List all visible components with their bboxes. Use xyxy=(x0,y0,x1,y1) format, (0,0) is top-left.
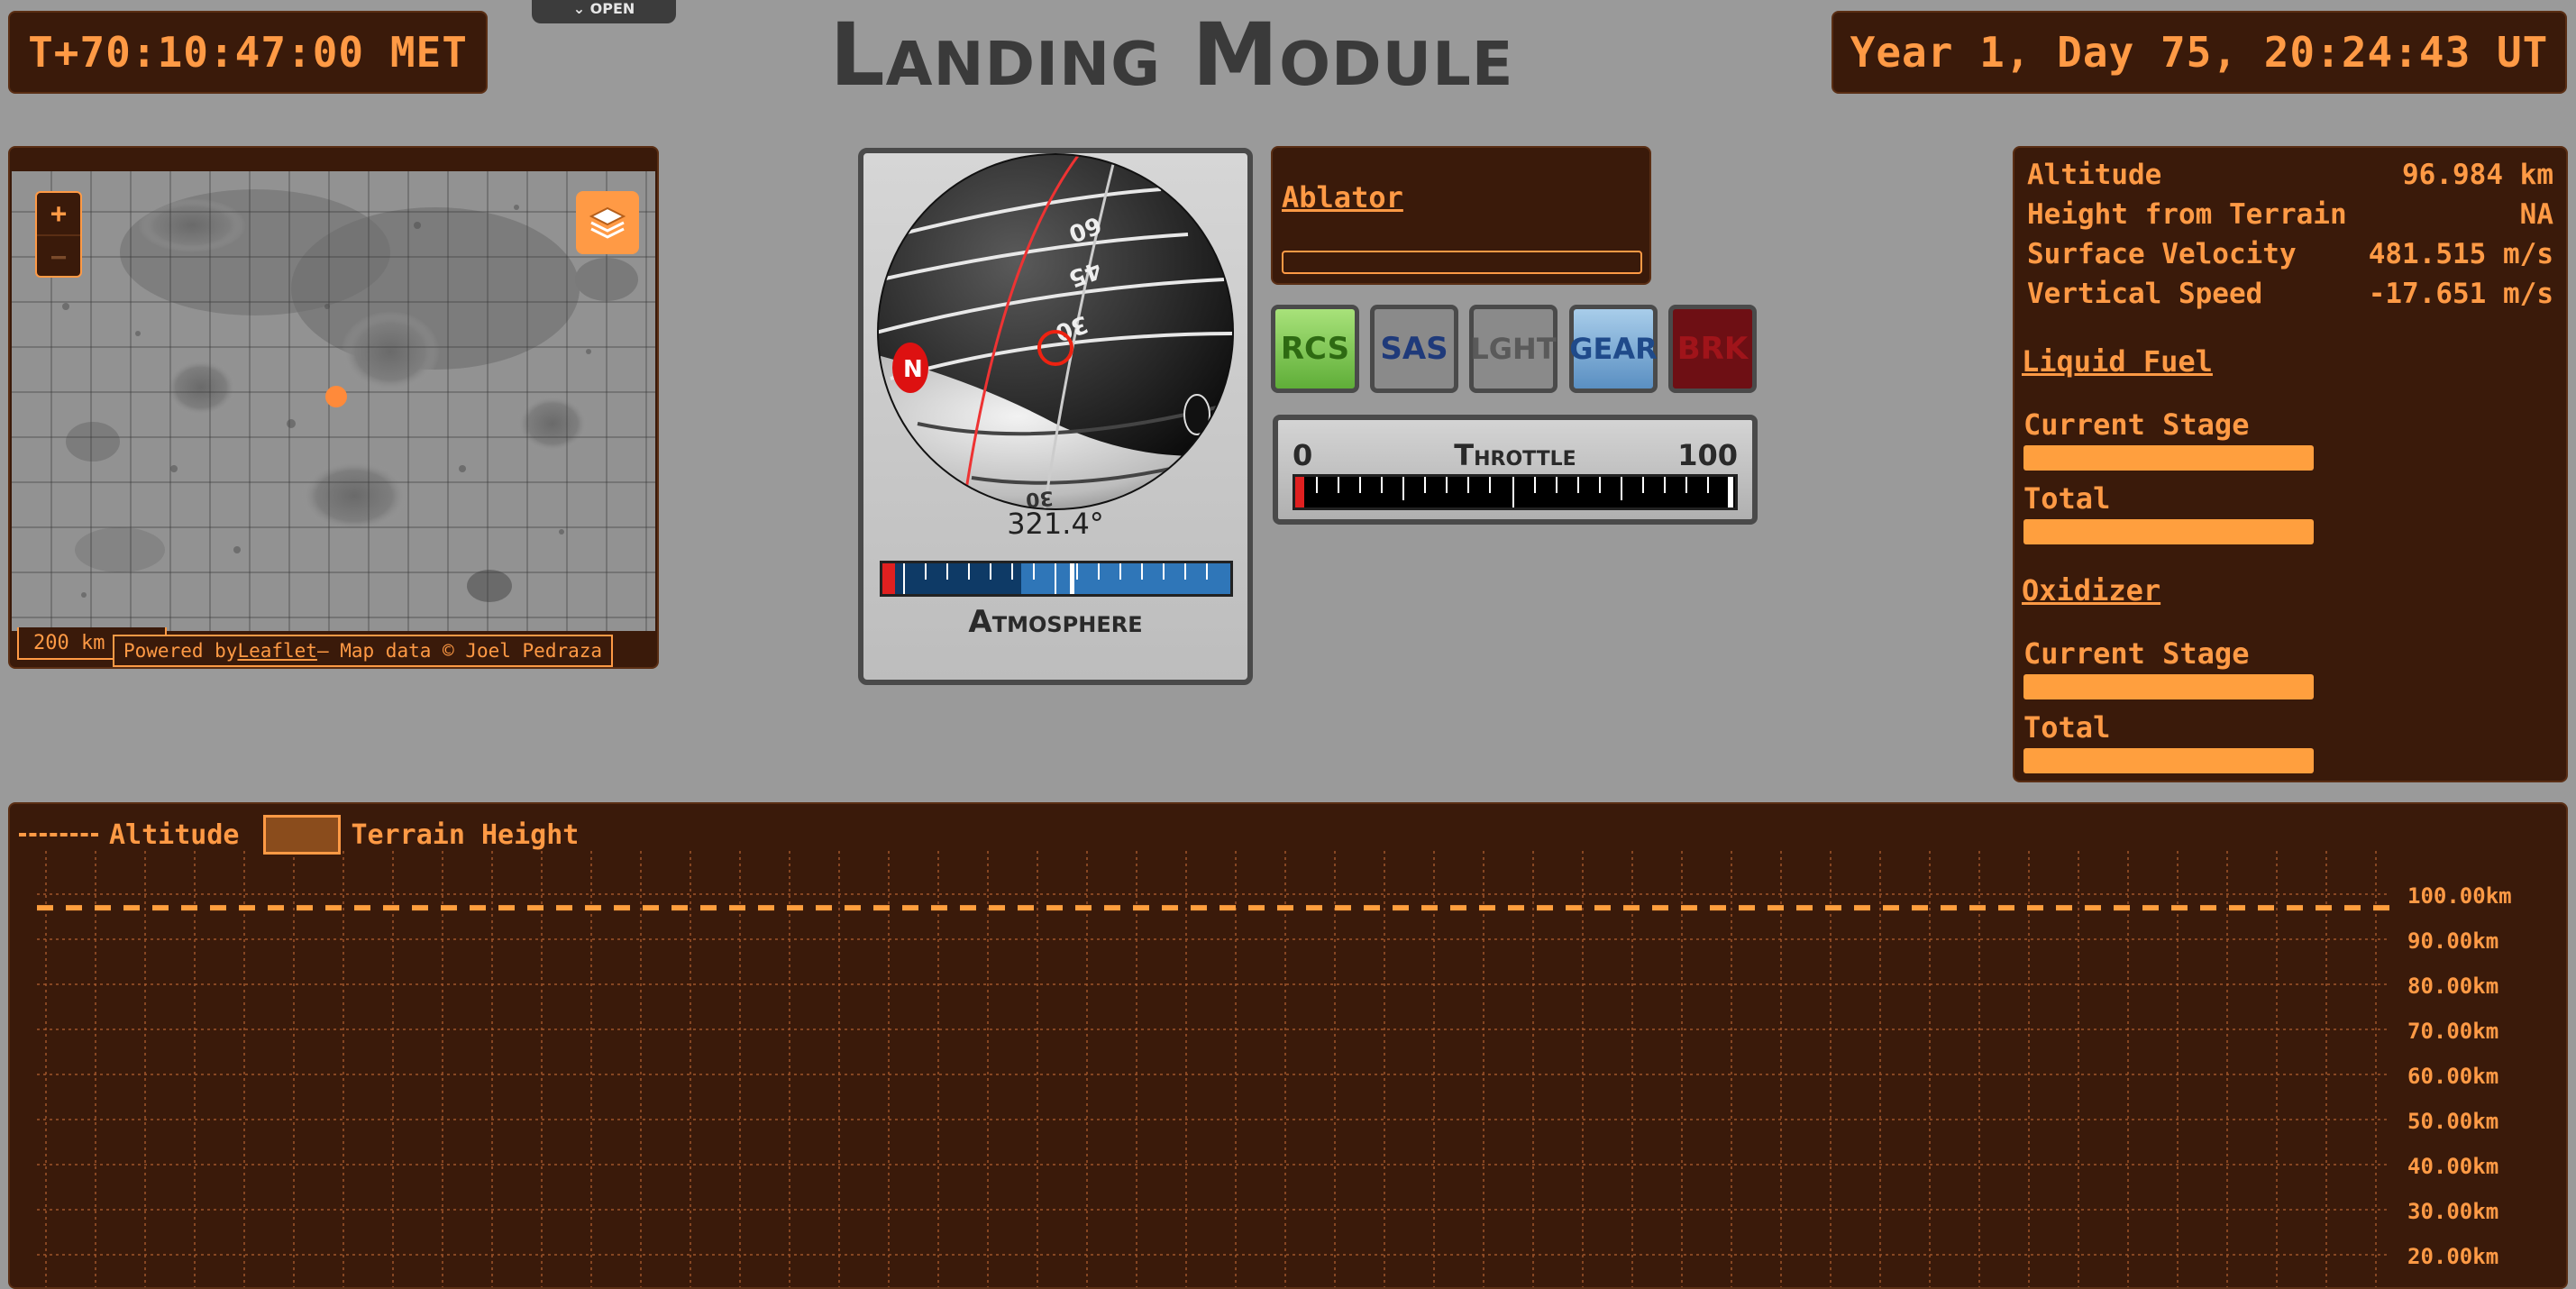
page-title: Landing Module xyxy=(829,5,1514,105)
rcs-toggle[interactable]: RCS xyxy=(1271,305,1359,393)
zoom-out-button[interactable]: − xyxy=(37,236,80,276)
navball-panel: 60 45 30 30 N 321.4° Atmosphere xyxy=(858,148,1253,685)
legend-altitude-label[interactable]: Altitude xyxy=(109,819,240,851)
height-from-terrain-value: NA xyxy=(2519,198,2553,231)
altitude-value: 96.984 km xyxy=(2402,159,2553,191)
navball[interactable]: 60 45 30 30 N xyxy=(863,153,1247,514)
telemetry-row: Altitude 96.984 km xyxy=(2027,159,2553,191)
chart-y-tick-label: 20.00km xyxy=(2407,1244,2498,1269)
attribution-prefix: Powered by xyxy=(123,640,238,662)
met-clock: T+70:10:47:00 MET xyxy=(8,11,488,94)
north-marker: N xyxy=(903,356,923,383)
oxidizer-title[interactable]: Oxidizer xyxy=(2022,573,2160,608)
map-terrain xyxy=(12,171,655,631)
telemetry-row: Height from Terrain NA xyxy=(2027,198,2553,231)
liquid-fuel-total-label: Total xyxy=(2023,481,2111,516)
map-attribution: Powered by Leaflet — Map data © Joel Ped… xyxy=(113,635,614,667)
throttle-gauge-ticks xyxy=(1295,477,1733,507)
layers-icon xyxy=(589,206,626,239)
legend-terrain-label[interactable]: Terrain Height xyxy=(352,819,580,851)
liquid-fuel-current-stage-label: Current Stage xyxy=(2023,407,2250,442)
brakes-toggle[interactable]: BRK xyxy=(1668,305,1757,393)
telemetry-row: Surface Velocity 481.515 m/s xyxy=(2027,238,2553,270)
liquid-fuel-title[interactable]: Liquid Fuel xyxy=(2022,344,2213,379)
chart-y-tick-label: 90.00km xyxy=(2407,928,2498,954)
chart-y-tick-label: 30.00km xyxy=(2407,1199,2498,1224)
zoom-in-button[interactable]: + xyxy=(37,193,80,236)
attribution-suffix: — Map data © Joel Pedraza xyxy=(316,640,603,662)
throttle-gauge[interactable] xyxy=(1293,474,1738,510)
legend-altitude-dash xyxy=(19,833,98,836)
open-drawer-tab[interactable]: ⌄ OPEN xyxy=(532,0,676,23)
liquid-fuel-current-stage-bar xyxy=(2023,445,2314,471)
chart-y-tick-label: 100.00km xyxy=(2407,883,2512,909)
altitude-chart-panel: 100.00km 90.00km 80.00km 70.00km 60.00km 50.0… xyxy=(8,802,2568,1289)
atmosphere-gauge xyxy=(880,561,1233,597)
altitude-chart: 100.00km 90.00km 80.00km 70.00km 60.00km 50.0… xyxy=(37,851,2512,1287)
chart-y-tick-label: 60.00km xyxy=(2407,1064,2498,1089)
layers-button[interactable] xyxy=(576,191,639,254)
heading-readout: 321.4° xyxy=(1007,507,1104,541)
telemetry-panel: Altitude 96.984 km Height from Terrain N… xyxy=(2013,146,2568,782)
ablator-bar xyxy=(1282,251,1642,274)
oxidizer-total-bar xyxy=(2023,748,2314,773)
zoom-control: + − xyxy=(35,191,82,278)
chart-y-tick-label: 80.00km xyxy=(2407,974,2498,999)
altitude-label: Altitude xyxy=(2027,159,2162,191)
chart-legend: Altitude Terrain Height xyxy=(19,815,579,855)
vertical-speed-label: Vertical Speed xyxy=(2027,278,2263,310)
surface-velocity-value: 481.515 m/s xyxy=(2368,238,2553,270)
surface-velocity-label: Surface Velocity xyxy=(2027,238,2297,270)
chart-y-tick-label: 40.00km xyxy=(2407,1154,2498,1179)
telemetry-row: Vertical Speed -17.651 m/s xyxy=(2027,278,2553,310)
ut-clock: Year 1, Day 75, 20:24:43 UT xyxy=(1832,11,2567,94)
throttle-panel: 0 Throttle 100 xyxy=(1273,415,1758,525)
atmosphere-label: Atmosphere xyxy=(968,604,1143,640)
oxidizer-current-stage-bar xyxy=(2023,674,2314,699)
leaflet-link[interactable]: Leaflet xyxy=(237,640,317,662)
liquid-fuel-total-bar xyxy=(2023,519,2314,544)
lights-toggle[interactable]: LGHT xyxy=(1469,305,1557,393)
surface-map[interactable]: + − xyxy=(12,171,655,631)
vessel-position-marker xyxy=(325,386,347,407)
map-panel: + − 200 km Powered by Leaflet — Map data… xyxy=(8,146,659,669)
oxidizer-total-label: Total xyxy=(2023,710,2111,745)
atmosphere-gauge-fill xyxy=(882,563,1230,594)
vertical-speed-value: -17.651 m/s xyxy=(2368,278,2553,310)
oxidizer-current-stage-label: Current Stage xyxy=(2023,636,2250,671)
gear-toggle[interactable]: GEAR xyxy=(1569,305,1658,393)
chart-y-tick-label: 70.00km xyxy=(2407,1019,2498,1044)
chart-y-tick-label: 50.00km xyxy=(2407,1109,2498,1134)
height-from-terrain-label: Height from Terrain xyxy=(2027,198,2347,231)
ablator-title[interactable]: Ablator xyxy=(1282,180,1403,215)
sas-toggle[interactable]: SAS xyxy=(1370,305,1458,393)
throttle-max-label: 100 xyxy=(1677,438,1738,472)
ablator-panel: Ablator xyxy=(1271,146,1651,285)
legend-terrain-swatch xyxy=(262,815,341,855)
